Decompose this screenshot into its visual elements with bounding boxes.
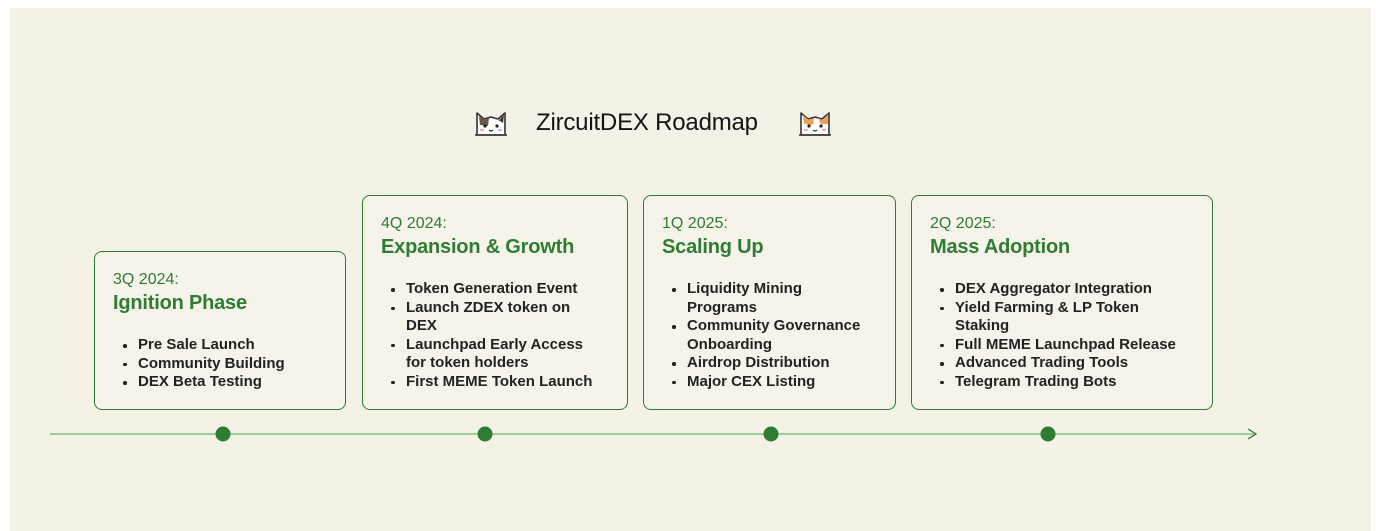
timeline bbox=[50, 426, 1258, 442]
timeline-marker-2q-2025 bbox=[1040, 426, 1056, 442]
roadmap-canvas: ZircuitDEX Roadmap 3Q 2024: Ignition Pha… bbox=[10, 8, 1371, 531]
timeline-marker-1q-2025 bbox=[763, 426, 779, 442]
timeline-marker-3q-2024 bbox=[215, 426, 231, 442]
timeline-marker-4q-2024 bbox=[477, 426, 493, 442]
